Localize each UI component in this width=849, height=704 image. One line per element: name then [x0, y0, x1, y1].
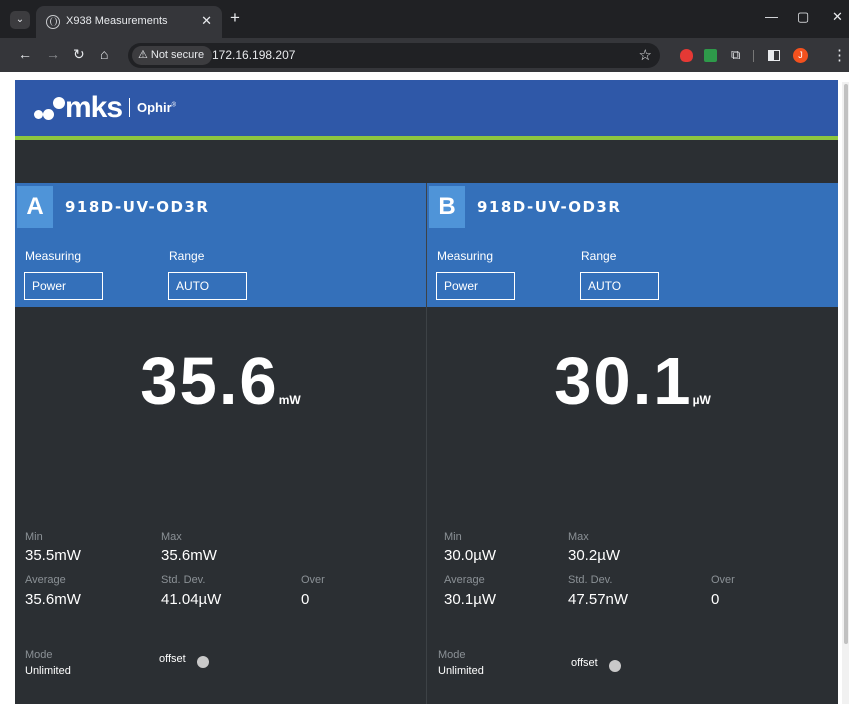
std-dev-label: Std. Dev.: [161, 574, 206, 586]
reading-value: 35.6: [140, 344, 279, 419]
range-label: Range: [581, 249, 617, 263]
std-dev-value: 41.04µW: [161, 591, 222, 608]
brand-header: mks Ophir®: [15, 80, 838, 136]
close-window-button[interactable]: ✕: [832, 9, 843, 25]
measuring-label: Measuring: [437, 249, 494, 263]
offset-label: offset: [159, 653, 186, 665]
mode-value: Unlimited: [438, 665, 484, 677]
mks-logo: mks: [65, 91, 123, 124]
over-value: 0: [301, 591, 310, 608]
average-label: Average: [25, 574, 66, 586]
extension-green-icon[interactable]: [704, 49, 717, 62]
max-label: Max: [568, 531, 589, 543]
globe-icon: [46, 15, 60, 29]
measuring-select[interactable]: Power: [436, 272, 515, 300]
range-select[interactable]: AUTO: [580, 272, 659, 300]
measuring-label: Measuring: [25, 249, 82, 263]
offset-label: offset: [571, 657, 598, 669]
security-label: Not secure: [150, 49, 205, 61]
max-value: 30.2µW: [568, 547, 620, 564]
url-text[interactable]: 172.16.198.207: [212, 48, 295, 62]
accent-line: [15, 136, 838, 140]
mode-label: Mode: [25, 649, 53, 661]
side-panel-icon[interactable]: [768, 50, 780, 61]
new-tab-button[interactable]: +: [230, 9, 240, 26]
minimize-button[interactable]: —: [765, 9, 778, 24]
average-label: Average: [444, 574, 485, 586]
channel-header: A 918D-UV-OD3R Measuring Range Power AUT…: [15, 183, 426, 307]
mks-dots-logo-icon: [34, 97, 65, 123]
close-tab-icon[interactable]: ✕: [201, 13, 212, 29]
ophir-logo: Ophir®: [137, 100, 177, 115]
min-value: 35.5mW: [25, 547, 81, 564]
address-bar[interactable]: ⚠ Not secure 172.16.198.207 ☆: [128, 43, 660, 68]
max-value: 35.6mW: [161, 547, 217, 564]
bookmark-star-icon[interactable]: ☆: [639, 46, 652, 64]
channel-letter: B: [429, 186, 465, 228]
range-label: Range: [169, 249, 205, 263]
back-button[interactable]: ←: [18, 46, 32, 62]
tab-strip: ⌄ X938 Measurements ✕ + — ▢ ✕: [0, 0, 849, 38]
profile-avatar[interactable]: J: [793, 48, 808, 63]
average-value: 35.6mW: [25, 591, 81, 608]
std-dev-value: 47.57nW: [568, 591, 629, 608]
browser-tab[interactable]: X938 Measurements ✕: [36, 6, 222, 38]
browser-toolbar: ← → ↻ ⌂ ⚠ Not secure 172.16.198.207 ☆ ⧉ J…: [0, 38, 849, 72]
mode-value: Unlimited: [25, 665, 71, 677]
reload-button[interactable]: ↻: [73, 46, 85, 62]
extensions-puzzle-icon[interactable]: ⧉: [731, 47, 740, 63]
over-label: Over: [711, 574, 735, 586]
channel-letter: A: [17, 186, 53, 228]
forward-button[interactable]: →: [46, 46, 60, 62]
reading-value: 30.1: [554, 344, 693, 419]
average-value: 30.1µW: [444, 591, 496, 608]
range-select[interactable]: AUTO: [168, 272, 247, 300]
app-root: mks Ophir® A 918D-UV-OD3R Measuring Rang…: [15, 80, 838, 704]
maximize-button[interactable]: ▢: [797, 9, 809, 25]
page-viewport: mks Ophir® A 918D-UV-OD3R Measuring Rang…: [0, 72, 849, 704]
tab-search-button[interactable]: ⌄: [10, 11, 30, 29]
over-value: 0: [711, 591, 720, 608]
channel-panel-a: A 918D-UV-OD3R Measuring Range Power AUT…: [15, 183, 426, 704]
max-label: Max: [161, 531, 182, 543]
channel-panel-b: B 918D-UV-OD3R Measuring Range Power AUT…: [427, 183, 838, 704]
sensor-name: 918D-UV-OD3R: [65, 198, 210, 216]
tab-title: X938 Measurements: [66, 15, 168, 27]
toolbar-divider: [753, 50, 754, 62]
main-reading: 35.6mW: [15, 343, 426, 420]
over-label: Over: [301, 574, 325, 586]
security-chip[interactable]: ⚠ Not secure: [132, 46, 213, 65]
warning-icon: ⚠: [138, 49, 148, 61]
home-button[interactable]: ⌂: [100, 46, 108, 62]
extension-red-icon[interactable]: [680, 49, 693, 62]
menu-kebab-icon[interactable]: ⋮: [832, 46, 847, 64]
scrollbar-thumb[interactable]: [844, 84, 848, 644]
offset-toggle[interactable]: [197, 656, 209, 668]
std-dev-label: Std. Dev.: [568, 574, 613, 586]
min-value: 30.0µW: [444, 547, 496, 564]
main-reading: 30.1µW: [427, 343, 838, 420]
reading-unit: mW: [278, 393, 301, 407]
min-label: Min: [444, 531, 462, 543]
reading-unit: µW: [692, 393, 711, 407]
min-label: Min: [25, 531, 43, 543]
channel-header: B 918D-UV-OD3R Measuring Range Power AUT…: [427, 183, 838, 307]
sensor-name: 918D-UV-OD3R: [477, 198, 622, 216]
offset-toggle[interactable]: [609, 660, 621, 672]
measuring-select[interactable]: Power: [24, 272, 103, 300]
mode-label: Mode: [438, 649, 466, 661]
logo-divider: [129, 98, 130, 117]
